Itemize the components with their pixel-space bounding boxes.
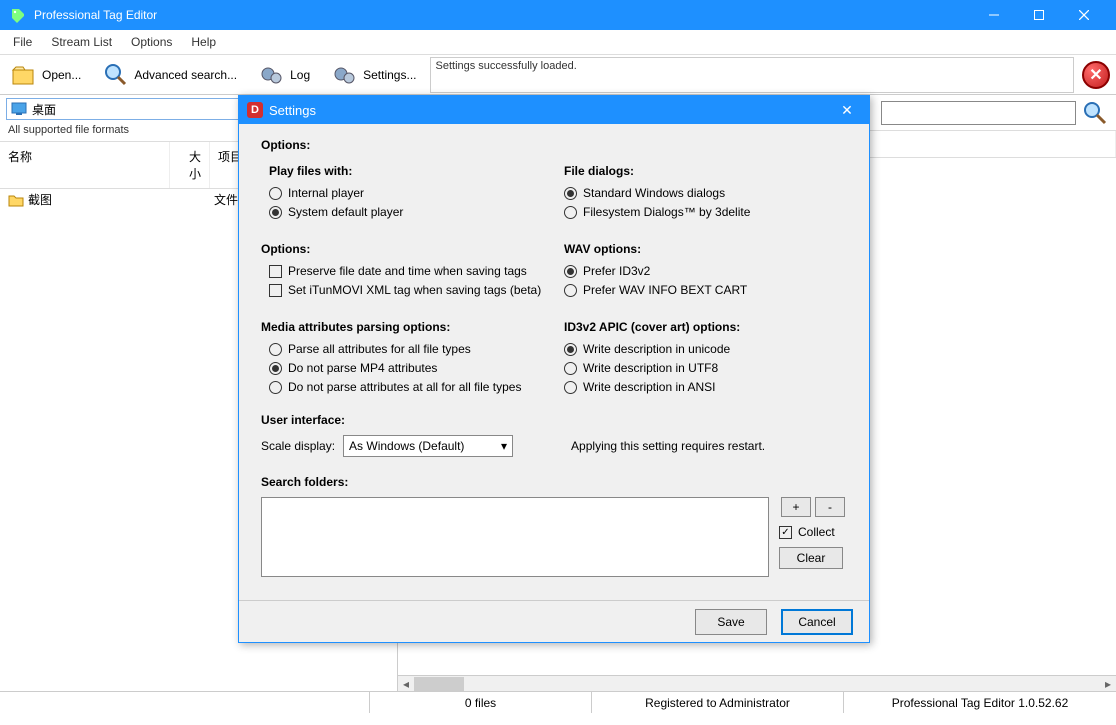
radio-apic-ansi[interactable]: Write description in ANSI (564, 380, 847, 394)
titlebar: Professional Tag Editor (0, 0, 1116, 30)
open-label: Open... (42, 68, 81, 82)
menu-stream-list[interactable]: Stream List (43, 32, 120, 52)
open-button[interactable]: Open... (2, 57, 90, 93)
menu-file[interactable]: File (5, 32, 40, 52)
advanced-search-label: Advanced search... (134, 68, 237, 82)
apic-heading: ID3v2 APIC (cover art) options: (564, 320, 847, 334)
options2-heading: Options: (261, 242, 544, 256)
options-heading: Options: (261, 138, 847, 152)
close-button[interactable] (1061, 0, 1106, 30)
radio-parse-all[interactable]: Parse all attributes for all file types (269, 342, 544, 356)
scroll-right-icon[interactable]: ▸ (1100, 676, 1116, 692)
search-icon[interactable] (1082, 100, 1108, 126)
log-button[interactable]: Log (250, 57, 319, 93)
clear-status-button[interactable]: ✕ (1082, 61, 1110, 89)
status-files: 0 files (370, 692, 592, 713)
folder-icon (8, 193, 24, 207)
dialog-title: Settings (269, 103, 833, 118)
status-registered: Registered to Administrator (592, 692, 844, 713)
gears-icon (332, 62, 358, 88)
check-itunmovi[interactable]: Set iTunMOVI XML tag when saving tags (b… (269, 283, 544, 297)
radio-standard-dialogs[interactable]: Standard Windows dialogs (564, 186, 847, 200)
dialog-app-icon: D (247, 102, 263, 118)
menu-help[interactable]: Help (183, 32, 224, 52)
restart-note: Applying this setting requires restart. (571, 439, 765, 453)
status-message-box: Settings successfully loaded. (430, 57, 1075, 93)
toolbar: Open... Advanced search... Log Settings.… (0, 55, 1116, 95)
scale-display-label: Scale display: (261, 439, 335, 453)
col-name[interactable]: 名称 (0, 142, 170, 188)
status-cell-1 (0, 692, 370, 713)
play-files-heading: Play files with: (269, 164, 544, 178)
status-version: Professional Tag Editor 1.0.52.62 (844, 692, 1116, 713)
remove-folder-button[interactable]: - (815, 497, 845, 517)
scroll-left-icon[interactable]: ◂ (398, 676, 414, 692)
save-button[interactable]: Save (695, 609, 767, 635)
status-message: Settings successfully loaded. (436, 60, 577, 90)
radio-filesystem-dialogs[interactable]: Filesystem Dialogs™ by 3delite (564, 205, 847, 219)
scale-display-dropdown[interactable]: As Windows (Default) ▾ (343, 435, 513, 457)
search-icon (103, 62, 129, 88)
dialog-footer: Save Cancel (239, 600, 869, 642)
desktop-icon (11, 102, 27, 116)
search-folders-list[interactable] (261, 497, 769, 577)
app-title: Professional Tag Editor (34, 8, 971, 22)
menubar: File Stream List Options Help (0, 30, 1116, 55)
ui-heading: User interface: (261, 413, 847, 427)
statusbar: 0 files Registered to Administrator Prof… (0, 691, 1116, 713)
col-size[interactable]: 大小 (170, 142, 210, 188)
wav-heading: WAV options: (564, 242, 847, 256)
radio-apic-utf8[interactable]: Write description in UTF8 (564, 361, 847, 375)
clear-button[interactable]: Clear (779, 547, 843, 569)
add-folder-button[interactable]: + (781, 497, 811, 517)
dialog-close-button[interactable]: ✕ (833, 96, 861, 124)
settings-dialog: D Settings ✕ Options: Play files with: I… (238, 95, 870, 643)
minimize-button[interactable] (971, 0, 1016, 30)
log-label: Log (290, 68, 310, 82)
search-folders-heading: Search folders: (261, 475, 847, 489)
file-dialogs-heading: File dialogs: (564, 164, 847, 178)
settings-button[interactable]: Settings... (323, 57, 425, 93)
scroll-thumb[interactable] (414, 677, 464, 691)
chevron-down-icon: ▾ (501, 439, 507, 453)
check-collect[interactable]: Collect (779, 525, 847, 539)
horizontal-scrollbar[interactable]: ◂ ▸ (398, 675, 1116, 691)
maximize-button[interactable] (1016, 0, 1061, 30)
dialog-titlebar: D Settings ✕ (239, 96, 869, 124)
gears-icon (259, 62, 285, 88)
radio-prefer-id3v2[interactable]: Prefer ID3v2 (564, 264, 847, 278)
settings-label: Settings... (363, 68, 416, 82)
scale-display-value: As Windows (Default) (349, 439, 464, 453)
location-text: 桌面 (32, 101, 56, 118)
check-preserve-date[interactable]: Preserve file date and time when saving … (269, 264, 544, 278)
radio-no-mp4[interactable]: Do not parse MP4 attributes (269, 361, 544, 375)
radio-prefer-wav-info[interactable]: Prefer WAV INFO BEXT CART (564, 283, 847, 297)
open-folder-icon (11, 62, 37, 88)
advanced-search-button[interactable]: Advanced search... (94, 57, 246, 93)
radio-parse-none[interactable]: Do not parse attributes at all for all f… (269, 380, 544, 394)
radio-apic-unicode[interactable]: Write description in unicode (564, 342, 847, 356)
app-icon (10, 7, 26, 23)
media-heading: Media attributes parsing options: (261, 320, 544, 334)
file-name: 截图 (24, 191, 174, 208)
search-input[interactable] (881, 101, 1076, 125)
radio-internal-player[interactable]: Internal player (269, 186, 544, 200)
radio-system-player[interactable]: System default player (269, 205, 544, 219)
menu-options[interactable]: Options (123, 32, 180, 52)
cancel-button[interactable]: Cancel (781, 609, 853, 635)
